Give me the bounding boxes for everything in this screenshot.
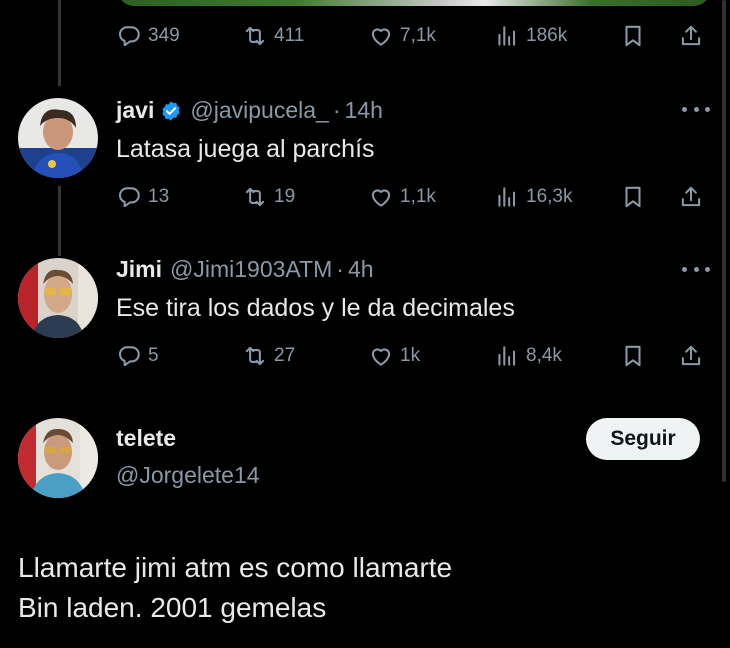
user-handle[interactable]: @Jimi1903ATM [170, 256, 332, 283]
views-button[interactable]: 16,3k [494, 180, 572, 214]
tweet-media-image[interactable] [118, 0, 710, 6]
reply-icon [118, 26, 140, 47]
reply-button[interactable]: 349 [116, 19, 180, 53]
bookmark-icon [625, 186, 641, 208]
share-button[interactable] [678, 19, 704, 53]
views-icon [498, 187, 516, 207]
views-button[interactable]: 8,4k [494, 339, 562, 373]
avatar[interactable] [18, 418, 98, 498]
like-count: 1,1k [400, 186, 436, 207]
tweet-header: Jimi @Jimi1903ATM · 4h [116, 256, 374, 283]
like-button[interactable]: 1k [368, 339, 420, 373]
thread-line [58, 186, 61, 256]
handle-row: @Jorgelete14 [116, 462, 260, 489]
tweet-text-line: Llamarte jimi atm es como llamarte [18, 552, 453, 583]
retweet-icon [245, 187, 265, 207]
retweet-count: 411 [274, 25, 305, 46]
view-count: 16,3k [526, 186, 573, 207]
views-button[interactable]: 186k [494, 19, 567, 53]
more-icon-dot [682, 266, 687, 272]
like-button[interactable]: 7,1k [368, 19, 436, 53]
more-button[interactable] [682, 104, 710, 114]
share-icon [681, 186, 701, 207]
like-button[interactable]: 1,1k [368, 180, 436, 214]
share-button[interactable] [678, 339, 704, 373]
tweet-action-bar: 349 411 7,1k 186k [116, 19, 712, 53]
retweet-icon [245, 346, 265, 366]
tweet-text: Ese tira los dados y le da decimales [116, 294, 515, 322]
more-icon-dot [693, 266, 699, 272]
like-count: 7,1k [400, 25, 436, 46]
avatar[interactable] [18, 258, 98, 338]
reply-count: 349 [148, 25, 180, 46]
user-handle[interactable]: @javipucela_ [190, 97, 328, 124]
tweet-action-bar: 5 27 1k 8,4k [116, 339, 712, 373]
heart-icon [371, 28, 391, 46]
retweet-count: 27 [274, 345, 296, 366]
reply-count: 13 [148, 186, 170, 207]
view-count: 186k [526, 25, 568, 46]
views-icon [498, 26, 516, 46]
timestamp[interactable]: 4h [348, 256, 374, 283]
retweet-button[interactable]: 411 [242, 19, 304, 53]
share-icon [681, 345, 701, 366]
retweet-count: 19 [274, 186, 296, 207]
retweet-button[interactable]: 19 [242, 180, 295, 214]
thread-line [58, 0, 61, 86]
display-name[interactable]: javi [116, 97, 154, 124]
tweet-text: Latasa juega al parchís [116, 135, 375, 163]
verified-badge-icon [162, 100, 180, 121]
avatar-telete-image [18, 418, 98, 498]
bookmark-icon [625, 25, 641, 47]
timestamp[interactable]: 14h [344, 97, 382, 124]
heart-icon [371, 348, 391, 366]
display-name[interactable]: telete [116, 425, 176, 452]
scrollbar[interactable] [722, 0, 726, 482]
more-icon-dot [705, 266, 710, 272]
reply-icon [118, 187, 140, 208]
bookmark-button[interactable] [620, 339, 646, 373]
bookmark-button[interactable] [620, 180, 646, 214]
more-icon-dot [682, 106, 687, 112]
tweet-text-line: Bin laden. 2001 gemelas [18, 592, 327, 623]
avatar-javi-image [18, 98, 98, 178]
more-icon-dot [705, 106, 710, 112]
tweet-header: telete [116, 425, 176, 452]
view-count: 8,4k [526, 345, 562, 366]
heart-icon [371, 189, 391, 207]
retweet-icon [245, 26, 265, 46]
avatar-jimi-image [18, 258, 98, 338]
more-icon-dot [693, 106, 699, 112]
retweet-button[interactable]: 27 [242, 339, 295, 373]
bookmark-button[interactable] [620, 19, 646, 53]
like-count: 1k [400, 345, 421, 366]
reply-button[interactable]: 5 [116, 339, 159, 373]
follow-button[interactable]: Seguir [586, 418, 700, 460]
display-name[interactable]: Jimi [116, 256, 162, 283]
user-handle[interactable]: @Jorgelete14 [116, 462, 260, 489]
share-icon [681, 25, 701, 46]
separator: · [336, 256, 344, 282]
share-button[interactable] [678, 180, 704, 214]
separator: · [332, 97, 341, 123]
tweet-action-bar: 13 19 1,1k 16,3k [116, 180, 712, 214]
avatar[interactable] [18, 98, 98, 178]
reply-count: 5 [148, 345, 159, 366]
main-tweet-text: Llamarte jimi atm es como llamarte Bin l… [18, 548, 452, 628]
more-button[interactable] [682, 264, 710, 274]
tweet-header: javi @javipucela_ · 14h [116, 97, 383, 124]
reply-icon [118, 346, 140, 367]
bookmark-icon [625, 345, 641, 367]
views-icon [498, 346, 516, 366]
reply-button[interactable]: 13 [116, 180, 169, 214]
